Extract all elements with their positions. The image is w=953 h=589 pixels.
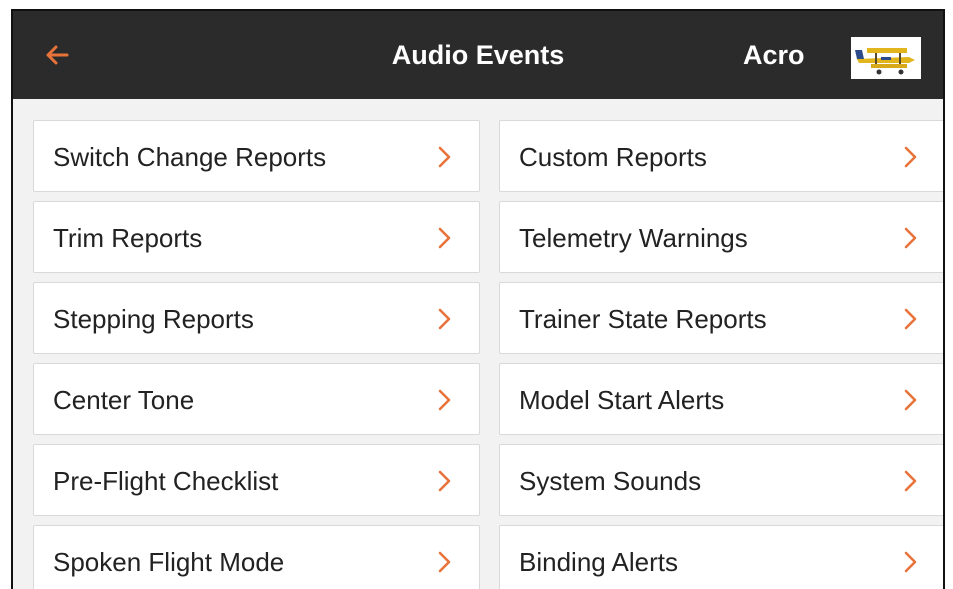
airplane-icon — [851, 37, 921, 79]
app-window: Audio Events Acro Switch Change Reports … — [11, 9, 945, 589]
menu-item-telemetry-warnings[interactable]: Telemetry Warnings — [499, 201, 943, 273]
menu-item-label: Stepping Reports — [53, 304, 254, 334]
chevron-right-icon — [438, 551, 451, 573]
menu-item-label: Binding Alerts — [519, 547, 678, 577]
menu-item-spoken-flight-mode[interactable]: Spoken Flight Mode — [33, 525, 480, 589]
menu-item-label: Switch Change Reports — [53, 142, 327, 172]
back-button[interactable] — [39, 37, 75, 73]
chevron-right-icon — [438, 227, 451, 249]
menu-item-label: Custom Reports — [519, 142, 707, 172]
chevron-right-icon — [904, 551, 917, 573]
menu-item-binding-alerts[interactable]: Binding Alerts — [499, 525, 943, 589]
menu-item-custom-reports[interactable]: Custom Reports — [499, 120, 943, 192]
chevron-right-icon — [904, 146, 917, 168]
menu-item-label: Trainer State Reports — [519, 304, 767, 334]
chevron-right-icon — [904, 308, 917, 330]
menu-item-label: Telemetry Warnings — [519, 223, 748, 253]
chevron-right-icon — [438, 470, 451, 492]
menu-item-label: Trim Reports — [53, 223, 203, 253]
menu-item-label: Center Tone — [53, 385, 195, 415]
menu-item-center-tone[interactable]: Center Tone — [33, 363, 480, 435]
menu-item-trim-reports[interactable]: Trim Reports — [33, 201, 480, 273]
menu-item-system-sounds[interactable]: System Sounds — [499, 444, 943, 516]
chevron-right-icon — [438, 146, 451, 168]
menu-item-label: Spoken Flight Mode — [53, 547, 285, 577]
menu-item-label: System Sounds — [519, 466, 702, 496]
menu-item-trainer-state-reports[interactable]: Trainer State Reports — [499, 282, 943, 354]
chevron-right-icon — [438, 389, 451, 411]
model-image-button[interactable] — [851, 37, 921, 79]
chevron-right-icon — [438, 308, 451, 330]
menu-item-pre-flight-checklist[interactable]: Pre-Flight Checklist — [33, 444, 480, 516]
top-bar: Audio Events Acro — [13, 11, 943, 99]
menu-item-model-start-alerts[interactable]: Model Start Alerts — [499, 363, 943, 435]
chevron-right-icon — [904, 389, 917, 411]
chevron-right-icon — [904, 227, 917, 249]
arrow-left-icon — [46, 45, 69, 65]
menu-item-stepping-reports[interactable]: Stepping Reports — [33, 282, 480, 354]
menu-item-label: Model Start Alerts — [519, 385, 725, 415]
menu-item-switch-change-reports[interactable]: Switch Change Reports — [33, 120, 480, 192]
model-name: Acro — [743, 40, 805, 70]
chevron-right-icon — [904, 470, 917, 492]
menu-item-label: Pre-Flight Checklist — [53, 466, 279, 496]
